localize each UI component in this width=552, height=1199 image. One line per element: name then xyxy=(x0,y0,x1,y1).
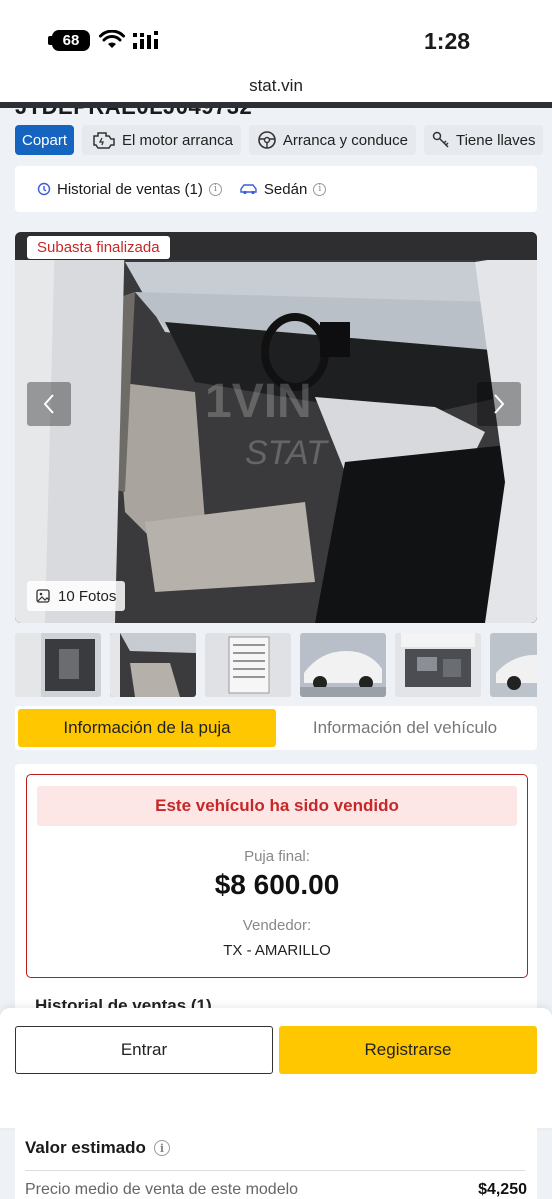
info-icon[interactable]: i xyxy=(313,182,327,196)
engine-icon xyxy=(93,132,115,149)
sold-box: Este vehículo ha sido vendido Puja final… xyxy=(26,774,528,978)
wifi-icon xyxy=(99,30,125,48)
estimated-value-title: Valor estimado i xyxy=(25,1138,170,1158)
sales-history-item[interactable]: Historial de ventas (1) i xyxy=(37,181,222,198)
info-tabs: Información de la puja Información del v… xyxy=(15,706,537,750)
average-price-value: $4,250 xyxy=(478,1181,527,1198)
body-type-label: Sedán xyxy=(263,180,308,198)
divider xyxy=(25,1170,525,1171)
thumbnail[interactable] xyxy=(300,633,386,697)
seller-label: Vendedor: xyxy=(242,917,312,934)
keys-chip: Tiene llaves xyxy=(423,125,544,155)
watermark-top: 1VIN xyxy=(205,375,312,428)
car-icon xyxy=(240,184,257,195)
bid-info-card: Este vehículo ha sido vendido Puja final… xyxy=(15,764,537,1024)
history-icon xyxy=(37,182,51,196)
prev-photo-button[interactable] xyxy=(27,382,71,426)
thumbnail-image xyxy=(205,633,291,697)
average-price-label: Precio medio de venta de este modelo xyxy=(25,1181,299,1198)
battery-level: 68 xyxy=(62,32,80,49)
watermark-bottom: STAT xyxy=(245,434,329,472)
photo-count-label: 10 Fotos xyxy=(58,587,117,605)
next-photo-button[interactable] xyxy=(477,382,521,426)
chevron-left-icon xyxy=(43,394,54,414)
register-button[interactable]: Registrarse xyxy=(279,1026,537,1074)
thumbnail[interactable] xyxy=(490,633,537,697)
thumbnail-strip xyxy=(15,633,537,697)
drive-chip: Arranca y conduce xyxy=(248,125,416,155)
photo-gallery[interactable]: 1VIN STAT Subasta finalizada 10 Fotos xyxy=(15,232,537,623)
sold-banner: Este vehículo ha sido vendido xyxy=(37,786,517,826)
image-icon xyxy=(36,589,50,603)
final-bid-label: Puja final: xyxy=(244,848,310,865)
engine-chip-label: El motor arranca xyxy=(122,131,233,149)
thumbnail-image xyxy=(300,633,386,697)
address-bar[interactable]: stat.vin xyxy=(0,68,552,104)
page-content: JTDEPRAE0LJ049732 Copart El motor arranc… xyxy=(0,108,552,1199)
estimated-value-title-text: Valor estimado xyxy=(25,1138,146,1157)
vehicle-info-bar: Historial de ventas (1) i Sedán i xyxy=(15,166,537,212)
key-icon xyxy=(432,131,449,148)
auction-chip[interactable]: Copart xyxy=(15,125,75,155)
chevron-right-icon xyxy=(494,394,505,414)
engine-chip: El motor arranca xyxy=(82,125,241,155)
thumbnail[interactable] xyxy=(15,633,101,697)
drive-chip-label: Arranca y conduce xyxy=(282,131,408,149)
body-type-item: Sedán i xyxy=(240,180,327,198)
thumbnail[interactable] xyxy=(205,633,291,697)
final-bid-value: $8 600.00 xyxy=(214,869,340,900)
photo-count-badge[interactable]: 10 Fotos xyxy=(27,581,126,611)
thumbnail[interactable] xyxy=(395,633,481,697)
vin-title: JTDEPRAE0LJ049732 xyxy=(15,108,252,120)
info-icon[interactable]: i xyxy=(153,1140,170,1156)
feature-chips: Copart El motor arranca Arranca y conduc… xyxy=(15,125,544,155)
steering-wheel-icon xyxy=(258,131,276,149)
tab-bid-info[interactable]: Información de la puja xyxy=(18,709,276,747)
tab-vehicle-info[interactable]: Información del vehículo xyxy=(276,709,534,747)
status-bar: 68 1:28 xyxy=(0,0,552,68)
thumbnail-image xyxy=(490,633,537,697)
thumbnail-image xyxy=(15,633,101,697)
thumbnail[interactable] xyxy=(110,633,196,697)
seller-value: TX - AMARILLO xyxy=(223,942,331,959)
car-interior-photo: 1VIN STAT xyxy=(15,232,537,623)
thumbnail-image xyxy=(110,633,196,697)
signal-icon xyxy=(133,31,158,49)
estimated-value-card: Valor estimado i Precio medio de venta d… xyxy=(15,1118,537,1199)
info-icon[interactable]: i xyxy=(208,182,222,196)
auth-panel: Entrar Registrarse xyxy=(0,1008,552,1128)
auction-status-badge: Subasta finalizada xyxy=(27,236,170,259)
keys-chip-label: Tiene llaves xyxy=(455,131,536,149)
clock: 1:28 xyxy=(424,28,471,54)
average-price-row: Precio medio de venta de este modelo $4,… xyxy=(25,1181,527,1199)
battery-icon: 68 xyxy=(48,30,90,51)
sales-history-label: Historial de ventas (1) xyxy=(57,180,203,198)
login-button[interactable]: Entrar xyxy=(15,1026,273,1074)
thumbnail-image xyxy=(395,633,481,697)
